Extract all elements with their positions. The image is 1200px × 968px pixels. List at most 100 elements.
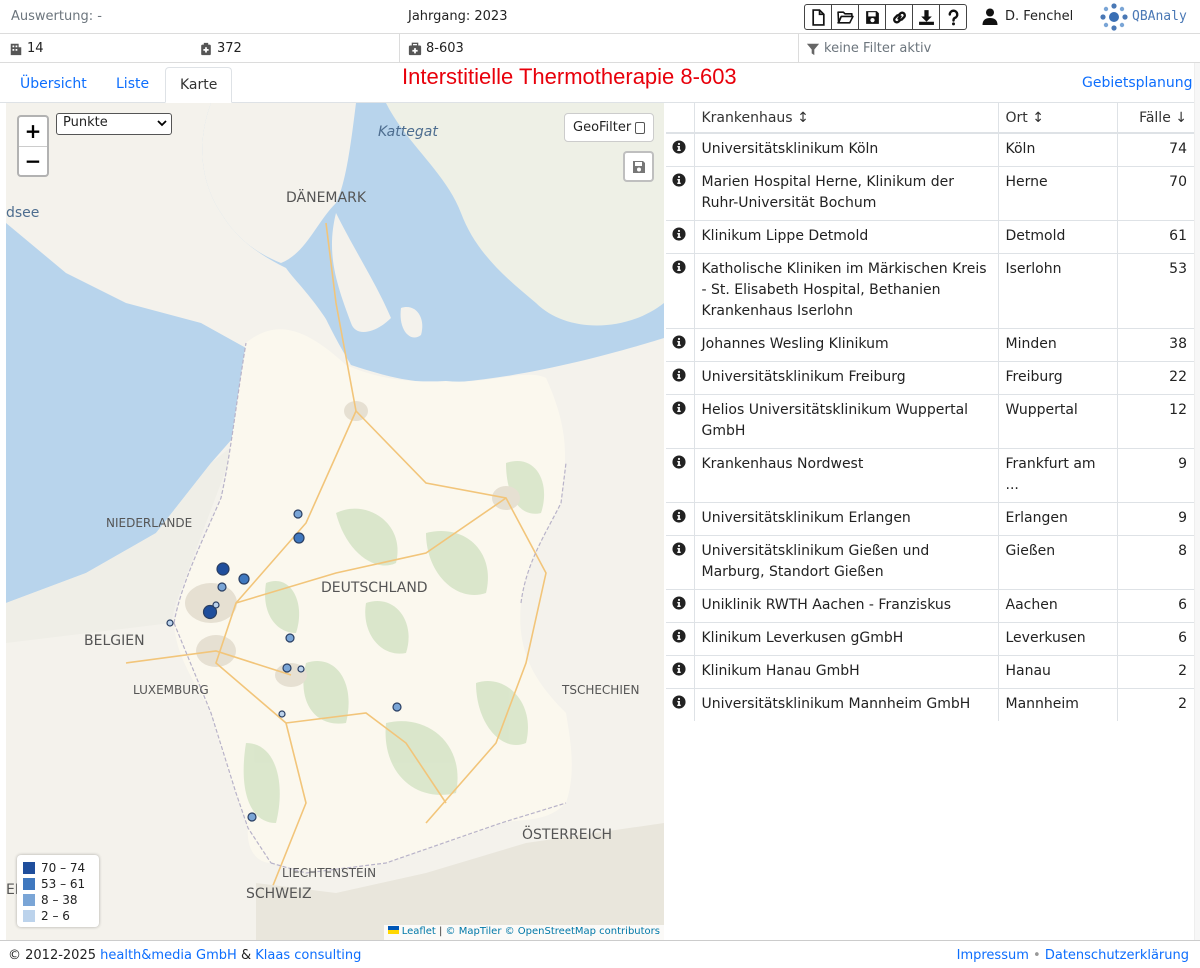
layer-type-select[interactable]: Punkte	[56, 113, 172, 135]
map-save-button[interactable]	[623, 151, 654, 182]
geofilter-checkbox[interactable]	[635, 121, 645, 134]
info-cell[interactable]	[666, 166, 694, 221]
hospital-marker-minden[interactable]	[293, 509, 303, 519]
header-cases-label: Fälle	[1139, 109, 1171, 126]
open-button[interactable]	[831, 4, 859, 30]
table-row[interactable]: Uniklinik RWTH Aachen - Franziskus Aachen…	[666, 589, 1194, 623]
geofilter-control[interactable]: GeoFilter	[564, 113, 654, 142]
table-row[interactable]: Universitätsklinikum Mannheim GmbH Mannhe…	[666, 688, 1194, 721]
hospital-marker-aachen[interactable]	[166, 619, 174, 627]
hospital-table-panel: Krankenhaus ↕ Ort ↕ Fälle ↓ Universitäts…	[666, 103, 1194, 940]
map-label-luxembourg: LUXEMBURG	[133, 683, 209, 697]
hospital-marker-herne[interactable]	[216, 562, 230, 576]
page-scrollbar[interactable]	[1194, 63, 1200, 940]
hospital-marker-leverkusen[interactable]	[212, 601, 220, 609]
user-menu[interactable]: D. Fenchel	[982, 8, 1073, 25]
map-view[interactable]: Kattegat DÄNEMARK dsee NIEDERLANDE DEUTS…	[6, 103, 664, 940]
legend-item: 2 – 6	[23, 908, 93, 924]
info-cell[interactable]	[666, 535, 694, 590]
table-row[interactable]: Helios Universitätsklinikum Wuppertal Gm…	[666, 394, 1194, 449]
info-icon[interactable]	[672, 173, 686, 187]
info-cell[interactable]	[666, 622, 694, 656]
table-row[interactable]: Universitätsklinikum Köln Köln 74	[666, 133, 1194, 167]
info-cell[interactable]	[666, 394, 694, 449]
file-toolbar	[804, 4, 967, 30]
info-icon[interactable]	[672, 596, 686, 610]
privacy-link[interactable]: Datenschutzerklärung	[1045, 948, 1189, 963]
hospital-marker-wuppertal[interactable]	[217, 582, 227, 592]
tab-list[interactable]: Liste	[102, 67, 163, 103]
info-icon[interactable]	[672, 227, 686, 241]
maptiler-link[interactable]: © MapTiler	[446, 926, 502, 937]
info-icon[interactable]	[672, 260, 686, 274]
hospital-marker-mannheim[interactable]	[278, 710, 286, 718]
table-row[interactable]: Marien Hospital Herne, Klinikum der Ruhr…	[666, 166, 1194, 221]
info-cell[interactable]	[666, 502, 694, 536]
save-button[interactable]	[858, 4, 886, 30]
info-cell[interactable]	[666, 328, 694, 362]
table-row[interactable]: Krankenhaus Nordwest Frankfurt am ... 9	[666, 448, 1194, 503]
company-link-health-media[interactable]: health&media GmbH	[100, 948, 237, 963]
hospital-marker-hanau[interactable]	[297, 665, 305, 673]
info-cell[interactable]	[666, 361, 694, 395]
cases-cell: 74	[1116, 133, 1194, 167]
table-row[interactable]: Johannes Wesling Klinikum Minden 38	[666, 328, 1194, 362]
table-row[interactable]: Klinikum Leverkusen gGmbH Leverkusen 6	[666, 622, 1194, 656]
table-row[interactable]: Universitätsklinikum Erlangen Erlangen 9	[666, 502, 1194, 536]
header-cases[interactable]: Fälle ↓	[1116, 103, 1194, 134]
year-label: Jahrgang:	[408, 9, 471, 24]
hospital-marker-erlangen[interactable]	[392, 702, 402, 712]
new-file-button[interactable]	[804, 4, 832, 30]
help-button[interactable]	[939, 4, 967, 30]
info-cell[interactable]	[666, 253, 694, 329]
table-row[interactable]: Klinikum Lippe Detmold Detmold 61	[666, 220, 1194, 254]
hospital-marker-frankfurt[interactable]	[282, 663, 292, 673]
leaflet-link[interactable]: Leaflet	[402, 926, 436, 937]
table-row[interactable]: Universitätsklinikum Gießen und Marburg,…	[666, 535, 1194, 590]
year-value[interactable]: 2023	[474, 9, 507, 24]
evaluation-value[interactable]: -	[97, 9, 102, 24]
table-row[interactable]: Klinikum Hanau GmbH Hanau 2	[666, 655, 1194, 689]
hospital-marker-freiburg[interactable]	[247, 812, 257, 822]
osm-link[interactable]: © OpenStreetMap contributors	[505, 926, 660, 937]
hospital-marker-giessen[interactable]	[285, 633, 295, 643]
procedure-code-value: 8-603	[426, 41, 464, 56]
info-cell[interactable]	[666, 589, 694, 623]
table-row[interactable]: Katholische Kliniken im Märkischen Kreis…	[666, 253, 1194, 329]
zoom-in-button[interactable]: +	[19, 117, 47, 146]
hospital-marker-detmold[interactable]	[293, 532, 305, 544]
info-icon[interactable]	[672, 401, 686, 415]
company-link-klaas[interactable]: Klaas consulting	[255, 948, 361, 963]
info-cell[interactable]	[666, 688, 694, 721]
info-icon[interactable]	[672, 140, 686, 154]
link-button[interactable]	[885, 4, 913, 30]
info-cell[interactable]	[666, 220, 694, 254]
region-planning-link[interactable]: Gebietsplanung	[1082, 75, 1193, 91]
download-button[interactable]	[912, 4, 940, 30]
info-icon[interactable]	[672, 662, 686, 676]
info-icon[interactable]	[672, 335, 686, 349]
info-icon[interactable]	[672, 509, 686, 523]
city-cell: Freiburg	[997, 361, 1117, 395]
info-icon[interactable]	[672, 542, 686, 556]
header-hospital[interactable]: Krankenhaus ↕	[693, 103, 998, 134]
evaluation-info: Auswertung: -	[11, 9, 102, 24]
info-icon[interactable]	[672, 368, 686, 382]
hospital-name-cell: Universitätsklinikum Gießen und Marburg,…	[693, 535, 998, 590]
info-icon[interactable]	[672, 695, 686, 709]
info-cell[interactable]	[666, 655, 694, 689]
info-icon[interactable]	[672, 455, 686, 469]
tab-map[interactable]: Karte	[165, 67, 233, 103]
info-icon[interactable]	[672, 629, 686, 643]
table-row[interactable]: Universitätsklinikum Freiburg Freiburg 22	[666, 361, 1194, 395]
impressum-link[interactable]: Impressum	[957, 948, 1029, 963]
zoom-out-button[interactable]: −	[19, 146, 47, 175]
filter-status[interactable]: keine Filter aktiv	[806, 41, 931, 56]
info-cell[interactable]	[666, 448, 694, 503]
tab-overview[interactable]: Übersicht	[6, 67, 101, 103]
hospital-marker-iserlohn[interactable]	[238, 573, 250, 585]
info-cell[interactable]	[666, 133, 694, 167]
procedure-code: 8-603	[408, 41, 464, 56]
hospital-name-cell: Klinikum Leverkusen gGmbH	[693, 622, 998, 656]
header-city[interactable]: Ort ↕	[997, 103, 1117, 134]
